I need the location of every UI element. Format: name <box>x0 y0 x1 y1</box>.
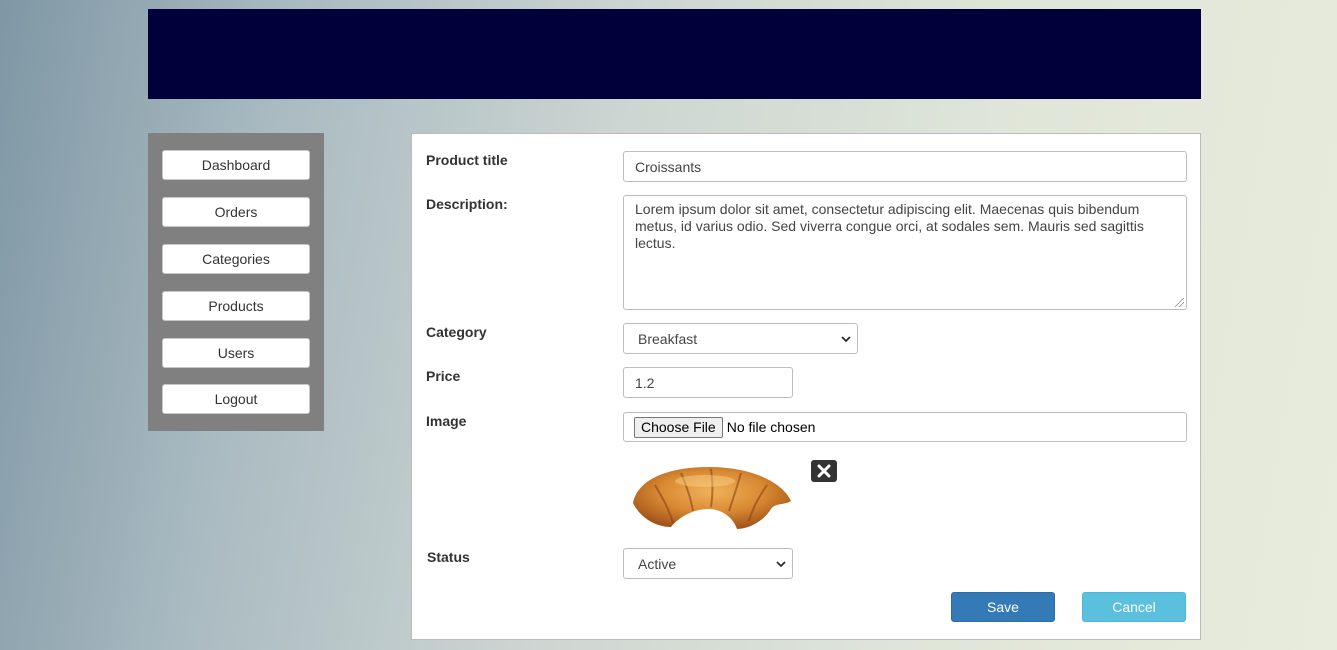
category-label: Category <box>426 324 487 340</box>
save-button[interactable]: Save <box>951 592 1055 622</box>
sidebar: Dashboard Orders Categories Products Use… <box>148 133 324 431</box>
nav-categories-button[interactable]: Categories <box>162 244 310 274</box>
close-icon <box>817 464 831 478</box>
remove-image-button[interactable] <box>811 460 837 482</box>
image-file-input[interactable]: Choose File No file chosen <box>623 412 1187 442</box>
description-label: Description: <box>426 196 508 212</box>
product-edit-form: Product title Croissants Description: Lo… <box>411 133 1201 640</box>
product-title-input[interactable]: Croissants <box>623 151 1187 182</box>
nav-products-button[interactable]: Products <box>162 291 310 321</box>
nav-dashboard-button[interactable]: Dashboard <box>162 150 310 180</box>
price-label: Price <box>426 368 461 384</box>
croissant-image <box>633 467 791 529</box>
status-select[interactable]: Active <box>623 548 793 579</box>
status-selected-value: Active <box>638 555 677 572</box>
choose-file-button[interactable]: Choose File <box>634 416 723 438</box>
category-selected-value: Breakfast <box>638 330 698 347</box>
price-input[interactable]: 1.2 <box>623 367 793 398</box>
description-text: Lorem ipsum dolor sit amet, consectetur … <box>635 201 1144 251</box>
status-label: Status <box>427 549 470 565</box>
image-label: Image <box>426 413 467 429</box>
product-title-label: Product title <box>426 152 508 168</box>
chevron-down-icon <box>776 560 786 567</box>
chevron-down-icon <box>841 335 851 342</box>
header-banner <box>148 9 1201 99</box>
cancel-button[interactable]: Cancel <box>1082 592 1186 622</box>
nav-users-button[interactable]: Users <box>162 338 310 368</box>
nav-logout-button[interactable]: Logout <box>162 384 310 414</box>
file-status-text: No file chosen <box>726 419 816 435</box>
nav-orders-button[interactable]: Orders <box>162 197 310 227</box>
resize-grip-icon[interactable] <box>1175 298 1184 307</box>
category-select[interactable]: Breakfast <box>623 323 858 354</box>
description-textarea[interactable]: Lorem ipsum dolor sit amet, consectetur … <box>623 195 1187 310</box>
